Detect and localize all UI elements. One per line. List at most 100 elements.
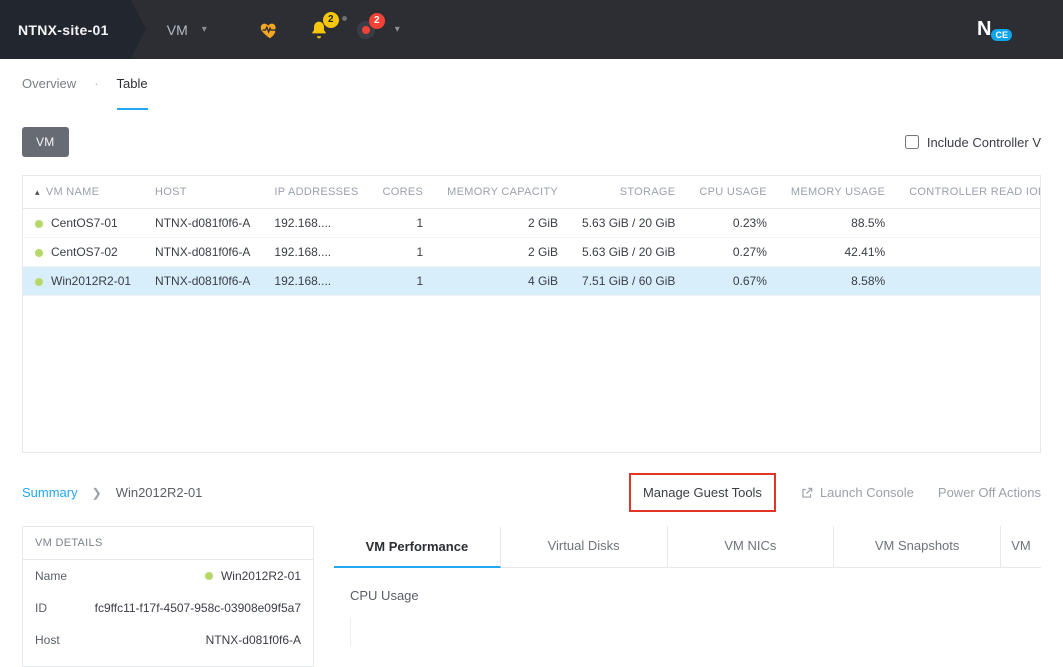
brand-logo: N CE bbox=[977, 18, 1015, 41]
tab-virtual-disks[interactable]: Virtual Disks bbox=[501, 526, 668, 567]
cell-ip: 192.168.... bbox=[262, 238, 370, 267]
col-cpu[interactable]: CPU USAGE bbox=[687, 176, 779, 209]
vm-button[interactable]: VM bbox=[22, 127, 69, 157]
table-row[interactable]: CentOS7-02NTNX-d081f0f6-A192.168....12 G… bbox=[23, 238, 1041, 267]
recording-badge: 2 bbox=[369, 13, 385, 29]
chart-area: CPU Usage bbox=[334, 568, 1041, 667]
col-cores[interactable]: CORES bbox=[371, 176, 436, 209]
power-off-action[interactable]: Power Off Actions bbox=[938, 485, 1041, 500]
tab-vm-extra[interactable]: VM bbox=[1001, 526, 1041, 567]
cell-cpu: 0.27% bbox=[687, 238, 779, 267]
detail-label: Host bbox=[35, 633, 60, 647]
section-label: VM bbox=[167, 22, 188, 38]
tab-vm-snapshots[interactable]: VM Snapshots bbox=[834, 526, 1001, 567]
vm-details-panel: VM DETAILS Name Win2012R2-01 ID fc9ffc11… bbox=[22, 526, 314, 667]
col-memcap[interactable]: MEMORY CAPACITY bbox=[435, 176, 570, 209]
subnav: Overview · Table bbox=[0, 59, 1063, 109]
site-tab[interactable]: NTNX-site-01 bbox=[0, 0, 131, 59]
cell-cpu: 0.23% bbox=[687, 209, 779, 238]
tab-table[interactable]: Table bbox=[117, 59, 148, 109]
vm-tabs-panel: VM Performance Virtual Disks VM NICs VM … bbox=[334, 526, 1041, 667]
chevron-right-icon: ❯ bbox=[92, 486, 102, 500]
cell-vm-name: CentOS7-02 bbox=[23, 238, 143, 267]
table-row[interactable]: CentOS7-01NTNX-d081f0f6-A192.168....12 G… bbox=[23, 209, 1041, 238]
cell-cores: 1 bbox=[371, 267, 436, 296]
vm-table: VM NAME HOST IP ADDRESSES CORES MEMORY C… bbox=[22, 175, 1041, 453]
lower-panels: VM DETAILS Name Win2012R2-01 ID fc9ffc11… bbox=[0, 526, 1063, 667]
cell-cores: 1 bbox=[371, 238, 436, 267]
include-controller-label: Include Controller V bbox=[927, 135, 1041, 150]
detail-label: Name bbox=[35, 569, 67, 583]
cell-host: NTNX-d081f0f6-A bbox=[143, 267, 262, 296]
launch-console-action[interactable]: Launch Console bbox=[800, 485, 914, 500]
cell-ip: 192.168.... bbox=[262, 267, 370, 296]
breadcrumb-summary-link[interactable]: Summary bbox=[22, 485, 78, 500]
status-dot-icon bbox=[35, 220, 43, 228]
topbar-icons: 2 2 ▾ bbox=[235, 19, 400, 41]
chevron-down-icon: ▾ bbox=[202, 24, 207, 35]
brand-tag: CE bbox=[991, 29, 1012, 41]
alerts-icon[interactable]: 2 bbox=[309, 20, 329, 40]
col-host[interactable]: HOST bbox=[143, 176, 262, 209]
top-bar: NTNX-site-01 VM ▾ 2 2 ▾ N CE bbox=[0, 0, 1063, 59]
cell-memuse: 8.58% bbox=[779, 267, 897, 296]
highlighted-action: Manage Guest Tools bbox=[629, 473, 776, 512]
cell-storage: 5.63 GiB / 20 GiB bbox=[570, 209, 687, 238]
status-dot-icon bbox=[205, 572, 213, 580]
detail-row-id: ID fc9ffc11-f17f-4507-958c-03908e09f5a7 bbox=[23, 592, 313, 624]
dot-indicator-icon bbox=[342, 16, 347, 21]
launch-icon bbox=[800, 486, 814, 500]
cell-memuse: 42.41% bbox=[779, 238, 897, 267]
include-controller-checkbox[interactable] bbox=[905, 135, 919, 149]
cell-cores: 1 bbox=[371, 209, 436, 238]
brand-letter: N bbox=[977, 18, 990, 41]
status-dot-icon bbox=[35, 278, 43, 286]
cell-cpu: 0.67% bbox=[687, 267, 779, 296]
table-row[interactable]: Win2012R2-01NTNX-d081f0f6-A192.168....14… bbox=[23, 267, 1041, 296]
midrow: Summary ❯ Win2012R2-01 Manage Guest Tool… bbox=[0, 453, 1063, 526]
tab-vm-performance[interactable]: VM Performance bbox=[334, 527, 501, 568]
tab-overview[interactable]: Overview bbox=[22, 59, 76, 109]
recording-icon[interactable]: 2 bbox=[357, 21, 375, 39]
detail-label: ID bbox=[35, 601, 47, 615]
cell-storage: 5.63 GiB / 20 GiB bbox=[570, 238, 687, 267]
chevron-down-icon[interactable]: ▾ bbox=[395, 24, 400, 35]
detail-value: fc9ffc11-f17f-4507-958c-03908e09f5a7 bbox=[95, 601, 301, 615]
detail-value: NTNX-d081f0f6-A bbox=[206, 633, 301, 647]
status-dot-icon bbox=[35, 249, 43, 257]
site-name: NTNX-site-01 bbox=[18, 22, 109, 38]
col-storage[interactable]: STORAGE bbox=[570, 176, 687, 209]
cell-memuse: 88.5% bbox=[779, 209, 897, 238]
cell-ip: 192.168.... bbox=[262, 209, 370, 238]
section-dropdown[interactable]: VM ▾ bbox=[131, 22, 235, 38]
detail-row-name: Name Win2012R2-01 bbox=[23, 560, 313, 592]
cell-criops: 0 bbox=[897, 209, 1041, 238]
tab-vm-nics[interactable]: VM NICs bbox=[668, 526, 835, 567]
cell-memcap: 4 GiB bbox=[435, 267, 570, 296]
manage-guest-tools-action[interactable]: Manage Guest Tools bbox=[643, 485, 762, 500]
health-icon[interactable] bbox=[259, 19, 281, 41]
cell-vm-name: CentOS7-01 bbox=[23, 209, 143, 238]
breadcrumb: Summary ❯ Win2012R2-01 bbox=[22, 485, 202, 500]
table-header-row: VM NAME HOST IP ADDRESSES CORES MEMORY C… bbox=[23, 176, 1041, 209]
cell-storage: 7.51 GiB / 60 GiB bbox=[570, 267, 687, 296]
chart-title: CPU Usage bbox=[350, 588, 1025, 603]
col-memuse[interactable]: MEMORY USAGE bbox=[779, 176, 897, 209]
col-vm-name[interactable]: VM NAME bbox=[23, 176, 143, 209]
toolbar: VM Include Controller V bbox=[0, 109, 1063, 175]
cell-criops: 0 bbox=[897, 238, 1041, 267]
cell-memcap: 2 GiB bbox=[435, 238, 570, 267]
alerts-badge: 2 bbox=[323, 12, 339, 28]
include-controller-toggle[interactable]: Include Controller V bbox=[905, 135, 1041, 150]
vm-detail-tabs: VM Performance Virtual Disks VM NICs VM … bbox=[334, 526, 1041, 568]
detail-row-host: Host NTNX-d081f0f6-A bbox=[23, 624, 313, 656]
cell-criops: 2 bbox=[897, 267, 1041, 296]
cell-memcap: 2 GiB bbox=[435, 209, 570, 238]
cpu-usage-chart bbox=[350, 617, 1025, 647]
cell-host: NTNX-d081f0f6-A bbox=[143, 238, 262, 267]
breadcrumb-current: Win2012R2-01 bbox=[116, 485, 203, 500]
detail-value: Win2012R2-01 bbox=[205, 569, 301, 583]
col-ip[interactable]: IP ADDRESSES bbox=[262, 176, 370, 209]
cell-vm-name: Win2012R2-01 bbox=[23, 267, 143, 296]
col-criops[interactable]: CONTROLLER READ IOPS bbox=[897, 176, 1041, 209]
